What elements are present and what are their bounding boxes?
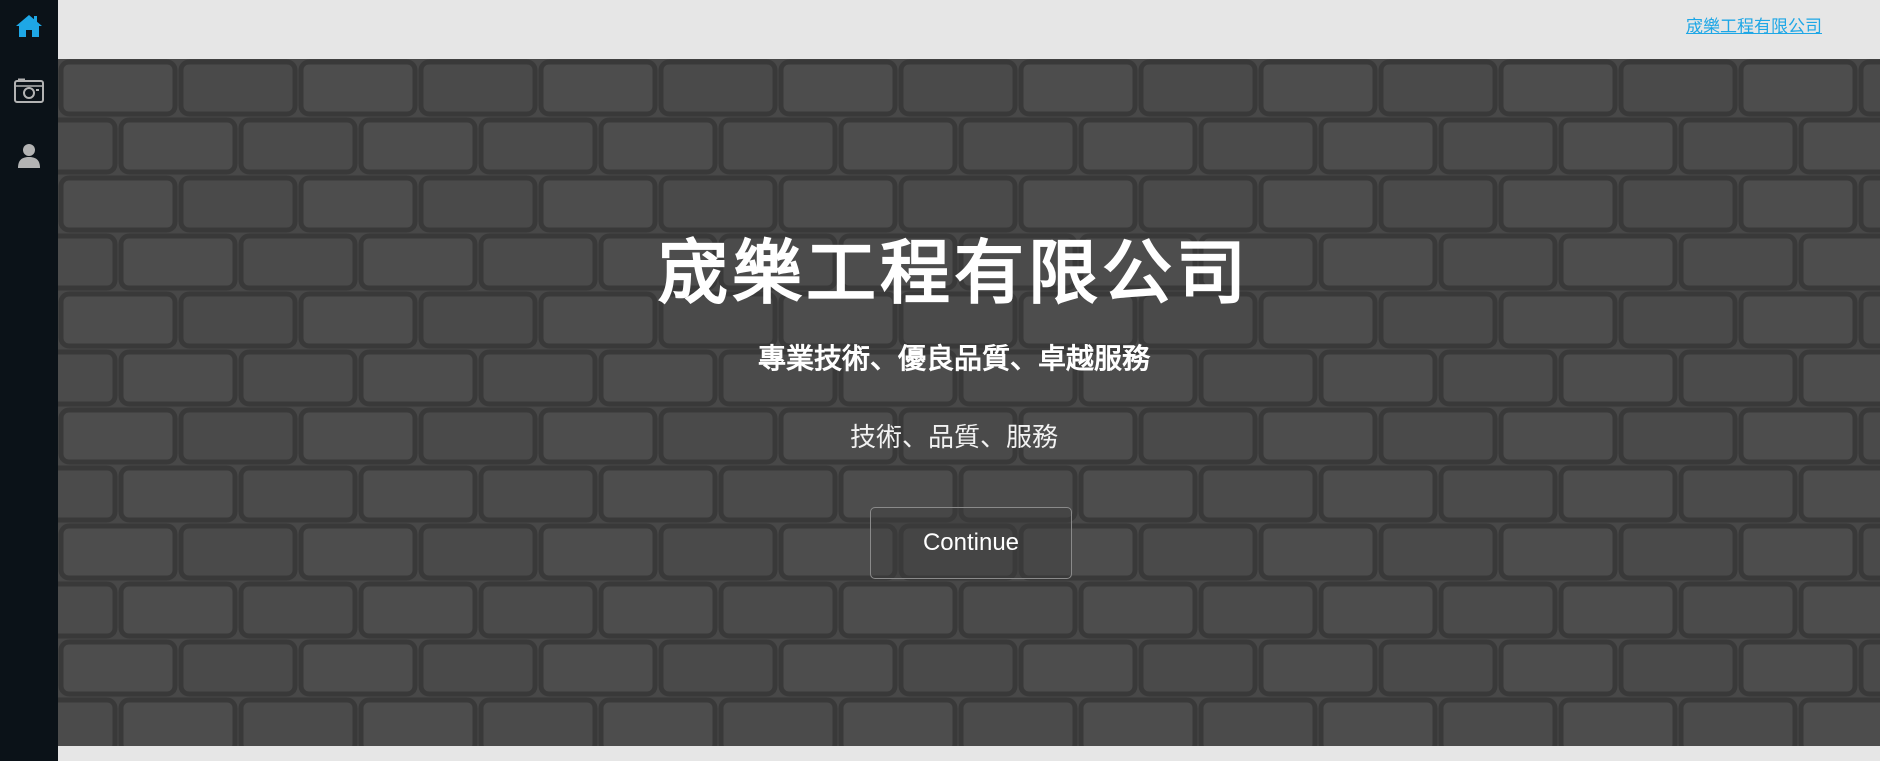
brand-link[interactable]: 宬樂工程有限公司 <box>1686 12 1822 37</box>
bottom-strip <box>58 746 1880 761</box>
user-icon <box>17 143 41 169</box>
hero-content: 宬樂工程有限公司 專業技術、優良品質、卓越服務 技術、品質、服務 <box>58 59 1880 746</box>
sidebar <box>0 0 58 761</box>
sidebar-item-profile[interactable] <box>0 136 58 176</box>
sidebar-item-home[interactable] <box>0 6 58 46</box>
continue-button[interactable]: Continue <box>870 507 1072 579</box>
camera-icon <box>14 78 44 104</box>
hero-section: 宬樂工程有限公司 專業技術、優良品質、卓越服務 技術、品質、服務 Continu… <box>58 59 1880 746</box>
top-header: 宬樂工程有限公司 <box>58 0 1880 59</box>
sidebar-item-gallery[interactable] <box>0 71 58 111</box>
hero-title: 宬樂工程有限公司 <box>658 232 1250 314</box>
home-icon <box>15 13 43 39</box>
hero-tagline: 技術、品質、服務 <box>849 423 1058 453</box>
hero-subtitle: 專業技術、優良品質、卓越服務 <box>757 342 1150 375</box>
